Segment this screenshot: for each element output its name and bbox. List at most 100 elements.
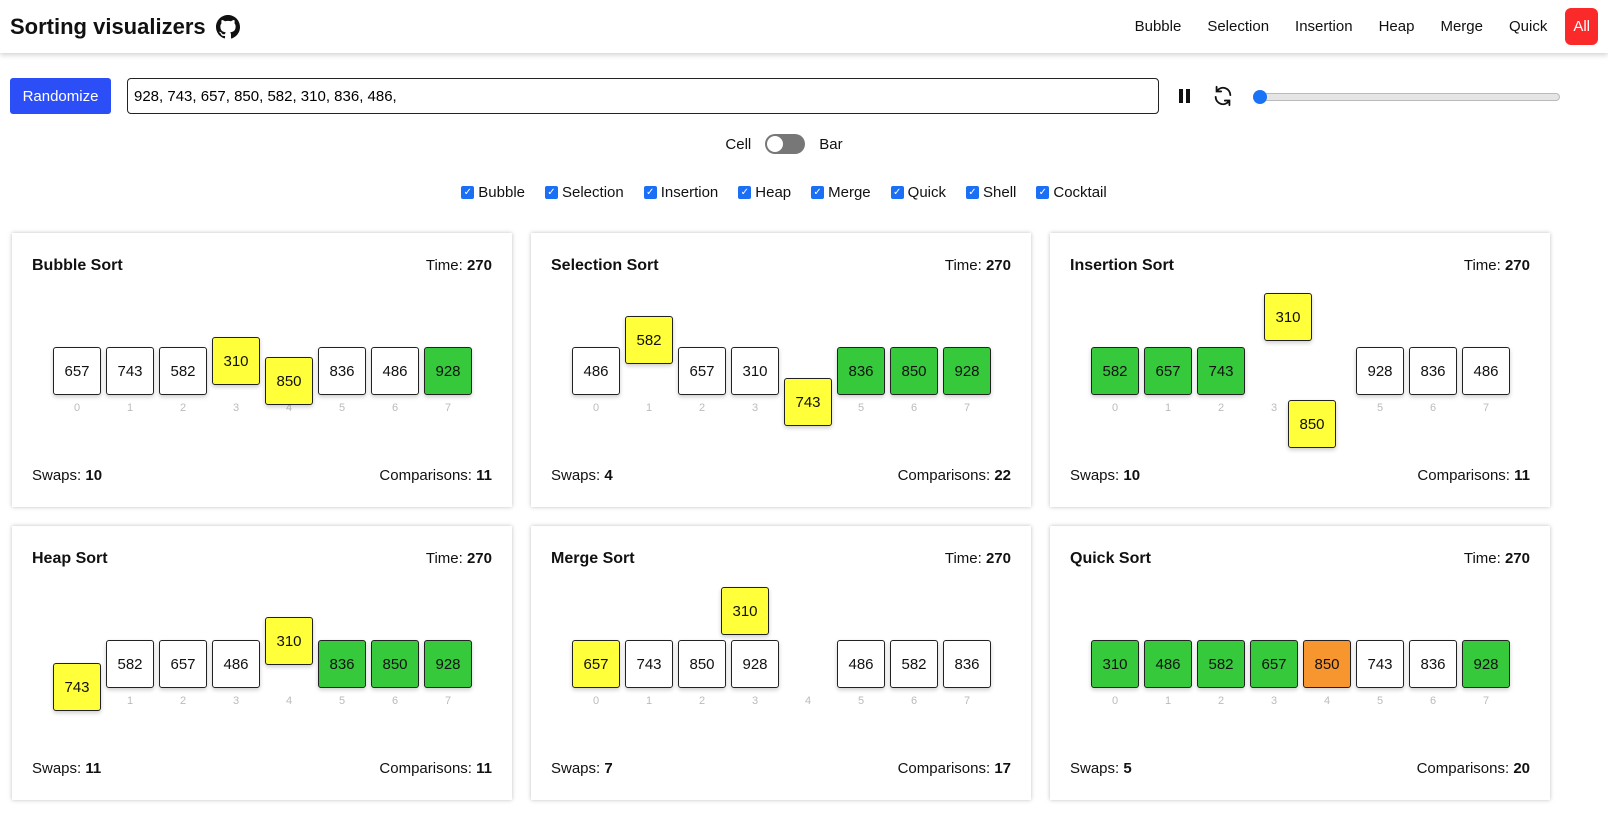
nav-merge[interactable]: Merge bbox=[1427, 10, 1496, 43]
array-cell: 486 bbox=[1144, 640, 1192, 688]
swaps-value: 4 bbox=[604, 467, 613, 484]
swaps-label: Swaps: bbox=[551, 467, 601, 484]
checkbox-icon[interactable]: ✓ bbox=[461, 186, 475, 199]
nav-heap[interactable]: Heap bbox=[1366, 10, 1428, 43]
index-label: 5 bbox=[1376, 695, 1384, 707]
array-cell: 486 bbox=[212, 640, 260, 688]
nav-selection[interactable]: Selection bbox=[1194, 10, 1282, 43]
checkbox-icon[interactable]: ✓ bbox=[738, 186, 752, 199]
checkbox-label: Heap bbox=[755, 184, 792, 201]
controls-bar: Randomize bbox=[10, 78, 1608, 114]
top-bar: Sorting visualizers Bubble Selection Inser… bbox=[0, 0, 1608, 53]
array-cell: 836 bbox=[318, 640, 366, 688]
nav-insertion[interactable]: Insertion bbox=[1282, 10, 1366, 43]
panel-title: Selection Sort bbox=[551, 257, 659, 274]
bar-label: Bar bbox=[819, 135, 843, 153]
nav-all[interactable]: All bbox=[1565, 8, 1598, 45]
time-value: 270 bbox=[985, 550, 1011, 567]
reset-button[interactable] bbox=[1211, 84, 1235, 108]
swaps-value: 10 bbox=[85, 467, 103, 484]
panel-heap-sort: Heap Sort Time: 270 Swaps: 11 Comparisons: … bbox=[12, 526, 512, 800]
array-cell: 928 bbox=[731, 640, 779, 688]
comparisons-stat: Comparisons: 11 bbox=[379, 760, 492, 777]
index-label: 1 bbox=[126, 695, 134, 707]
index-label: 6 bbox=[910, 695, 918, 707]
index-label: 7 bbox=[444, 695, 452, 707]
checkbox-shell[interactable]: ✓ Shell bbox=[966, 184, 1016, 201]
github-icon[interactable] bbox=[215, 14, 240, 39]
checkbox-quick[interactable]: ✓ Quick bbox=[890, 184, 946, 201]
array-cell: 743 bbox=[106, 347, 154, 395]
algorithm-checkboxes: ✓ Bubble ✓ Selection ✓ Insertion ✓ Heap ✓ Merge ✓ Q… bbox=[0, 184, 1568, 201]
time-stat: Time: 270 bbox=[1464, 550, 1530, 568]
nav-bubble[interactable]: Bubble bbox=[1122, 10, 1195, 43]
index-label: 1 bbox=[645, 695, 653, 707]
randomize-button[interactable]: Randomize bbox=[10, 78, 111, 114]
time-label: Time: bbox=[425, 257, 463, 274]
checkbox-insertion[interactable]: ✓ Insertion bbox=[643, 184, 718, 201]
comparisons-stat: Comparisons: 11 bbox=[379, 467, 492, 484]
comparisons-value: 20 bbox=[1513, 760, 1530, 777]
pause-button[interactable] bbox=[1173, 84, 1197, 108]
checkbox-cocktail[interactable]: ✓ Cocktail bbox=[1036, 184, 1107, 201]
array-cell: 486 bbox=[572, 347, 620, 395]
checkbox-icon[interactable]: ✓ bbox=[890, 186, 904, 199]
index-label: 0 bbox=[1111, 695, 1119, 707]
checkbox-selection[interactable]: ✓ Selection bbox=[545, 184, 624, 201]
index-label: 7 bbox=[963, 695, 971, 707]
swaps-value: 7 bbox=[604, 760, 613, 777]
swaps-stat: Swaps: 11 bbox=[32, 760, 101, 777]
array-cell: 928 bbox=[424, 640, 472, 688]
checkbox-label: Bubble bbox=[478, 184, 525, 201]
checkbox-bubble[interactable]: ✓ Bubble bbox=[461, 184, 525, 201]
checkbox-icon[interactable]: ✓ bbox=[1036, 186, 1050, 199]
checkbox-label: Merge bbox=[828, 184, 871, 201]
cell-bar-toggle[interactable] bbox=[765, 134, 806, 154]
panel-merge-sort: Merge Sort Time: 270 Swaps: 7 Comparisons: … bbox=[531, 526, 1031, 800]
index-label: 1 bbox=[126, 402, 134, 414]
slider-knob[interactable] bbox=[1253, 90, 1267, 104]
checkbox-heap[interactable]: ✓ Heap bbox=[738, 184, 791, 201]
checkbox-icon[interactable]: ✓ bbox=[811, 186, 825, 199]
comparisons-stat: Comparisons: 22 bbox=[898, 467, 1011, 484]
index-label: 7 bbox=[963, 402, 971, 414]
panel-title: Quick Sort bbox=[1070, 550, 1151, 567]
checkbox-icon[interactable]: ✓ bbox=[545, 186, 558, 199]
index-label: 2 bbox=[179, 695, 187, 707]
checkbox-merge[interactable]: ✓ Merge bbox=[811, 184, 871, 201]
time-stat: Time: 270 bbox=[945, 257, 1011, 275]
index-label: 6 bbox=[391, 402, 399, 414]
array-cell: 310 bbox=[731, 347, 779, 395]
array-cell: 310 bbox=[721, 587, 769, 635]
panel-title: Insertion Sort bbox=[1070, 257, 1175, 274]
nav-quick[interactable]: Quick bbox=[1496, 10, 1560, 43]
array-cell: 582 bbox=[890, 640, 938, 688]
time-label: Time: bbox=[425, 550, 463, 567]
checkbox-icon[interactable]: ✓ bbox=[643, 186, 657, 199]
time-stat: Time: 270 bbox=[426, 257, 492, 275]
index-label: 3 bbox=[232, 695, 240, 707]
swaps-value: 5 bbox=[1123, 760, 1132, 777]
panel-quick-sort: Quick Sort Time: 270 Swaps: 5 Comparisons: … bbox=[1050, 526, 1550, 800]
array-cell: 486 bbox=[371, 347, 419, 395]
array-cell: 657 bbox=[53, 347, 101, 395]
array-cell: 582 bbox=[159, 347, 207, 395]
array-cell: 850 bbox=[890, 347, 938, 395]
index-label: 7 bbox=[1482, 402, 1490, 414]
array-cell: 743 bbox=[1197, 347, 1245, 395]
comparisons-value: 11 bbox=[476, 760, 492, 777]
array-cell: 657 bbox=[1144, 347, 1192, 395]
array-input[interactable] bbox=[127, 78, 1159, 114]
array-cell: 850 bbox=[371, 640, 419, 688]
array-cell: 310 bbox=[1264, 293, 1312, 341]
speed-slider[interactable] bbox=[1253, 90, 1560, 104]
checkbox-icon[interactable]: ✓ bbox=[966, 186, 979, 199]
time-label: Time: bbox=[944, 550, 982, 567]
index-label: 7 bbox=[1482, 695, 1490, 707]
cell-label: Cell bbox=[725, 135, 752, 153]
array-cell: 743 bbox=[625, 640, 673, 688]
time-stat: Time: 270 bbox=[1464, 257, 1530, 275]
swaps-label: Swaps: bbox=[551, 760, 601, 777]
array-cell: 486 bbox=[837, 640, 885, 688]
index-label: 6 bbox=[391, 695, 399, 707]
